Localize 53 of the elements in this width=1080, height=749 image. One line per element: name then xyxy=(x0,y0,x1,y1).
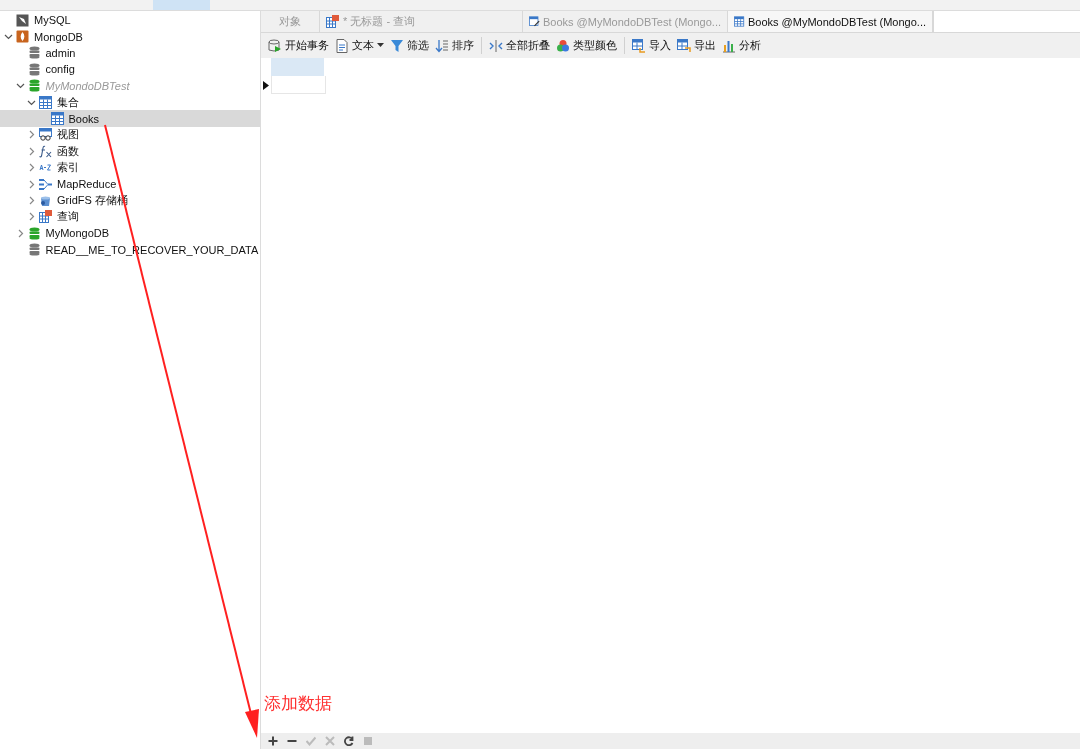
table-edit-icon xyxy=(529,15,540,28)
table-cell[interactable] xyxy=(271,76,326,94)
tree-item[interactable]: Books xyxy=(0,110,260,127)
tab[interactable]: Books @MyMondoDBTest (Mongo... xyxy=(728,11,933,32)
collapse-icon xyxy=(489,38,503,53)
dolphin-icon xyxy=(16,13,29,27)
toolbar-button[interactable]: 导出 xyxy=(674,38,719,53)
sort-icon xyxy=(435,38,449,53)
tree-item[interactable]: admin xyxy=(0,44,260,62)
query-icon xyxy=(39,210,52,224)
tree-item[interactable]: 视图 xyxy=(0,126,260,144)
tree-item[interactable]: MyMongoDB xyxy=(0,225,260,242)
tree-item[interactable]: MapReduce xyxy=(0,175,260,193)
toolbar-button[interactable]: 全部折叠 xyxy=(486,38,553,53)
toolbar-button[interactable]: 开始事务 xyxy=(265,38,332,53)
database-icon xyxy=(27,46,41,60)
database-icon xyxy=(27,79,41,93)
bucket-icon xyxy=(39,194,52,207)
export-icon xyxy=(677,38,691,53)
tree-item[interactable]: 索引 xyxy=(0,159,260,176)
database-icon xyxy=(27,62,41,76)
database-icon xyxy=(27,226,41,240)
query-icon xyxy=(326,15,340,28)
database-icon xyxy=(27,243,41,257)
table-icon xyxy=(734,15,745,28)
toolbar-button[interactable]: 导入 xyxy=(629,38,674,53)
bar-chart-icon xyxy=(722,38,736,53)
toolbar-button[interactable]: 分析 xyxy=(719,38,764,53)
row-pointer-icon xyxy=(263,80,269,90)
column-header xyxy=(271,58,324,76)
function-icon xyxy=(39,144,52,158)
toolbar-button[interactable]: 类型颜色 xyxy=(553,38,620,53)
tree-item[interactable]: 查询 xyxy=(0,208,260,226)
caret-icon[interactable] xyxy=(4,32,13,42)
table-icon xyxy=(39,95,52,109)
view-icon xyxy=(39,128,52,142)
annotation-text: 添加数据 xyxy=(264,693,332,715)
tree-item[interactable]: MongoDB xyxy=(0,28,260,45)
transaction-icon xyxy=(268,38,282,53)
toolbar-button[interactable]: 排序 xyxy=(432,38,477,53)
toolbar-button[interactable]: 文本 xyxy=(332,38,387,53)
leaf-icon xyxy=(16,30,29,44)
tree-item[interactable]: config xyxy=(0,61,260,78)
toolbar-button[interactable]: 筛选 xyxy=(387,38,432,53)
document-icon xyxy=(335,38,349,53)
tree-item[interactable]: 集合 xyxy=(0,93,260,111)
import-icon xyxy=(632,38,646,53)
filter-icon xyxy=(390,38,404,53)
color-wheel-icon xyxy=(556,38,570,53)
tree-item[interactable]: 函数 xyxy=(0,143,260,160)
tree-item[interactable]: MySQL xyxy=(0,12,260,29)
table-icon xyxy=(50,112,64,126)
mapreduce-icon xyxy=(39,177,52,191)
